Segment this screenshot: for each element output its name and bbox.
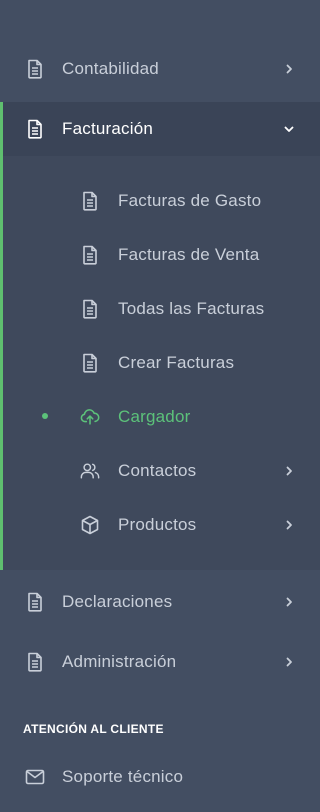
sidebar-item-soporte[interactable]: Soporte técnico (0, 750, 320, 804)
mail-icon (25, 767, 45, 787)
chevron-right-icon (286, 520, 292, 530)
submenu-item-contactos[interactable]: Contactos (0, 444, 320, 498)
sidebar-item-facturacion[interactable]: Facturación (0, 102, 320, 156)
document-icon (25, 592, 45, 612)
submenu-item-facturas-venta[interactable]: Facturas de Venta (0, 228, 320, 282)
sidebar-item-label: Declaraciones (62, 592, 173, 611)
sidebar-item-label: Administración (62, 652, 177, 671)
users-icon (80, 461, 100, 481)
submenu-item-facturas-gasto[interactable]: Facturas de Gasto (0, 174, 320, 228)
submenu-item-label: Crear Facturas (118, 353, 235, 372)
submenu-item-label: Facturas de Venta (118, 245, 260, 264)
submenu-item-productos[interactable]: Productos (0, 498, 320, 552)
sidebar-item-label: Soporte técnico (62, 767, 184, 786)
chevron-right-icon (286, 657, 292, 667)
sidebar-item-label: Facturación (62, 119, 154, 138)
chevron-right-icon (286, 64, 292, 74)
submenu-item-todas-facturas[interactable]: Todas las Facturas (0, 282, 320, 336)
sidebar-item-declaraciones[interactable]: Declaraciones (0, 575, 320, 629)
cloud-upload-icon (80, 407, 100, 427)
chevron-right-icon (286, 597, 292, 607)
document-icon (25, 59, 45, 79)
submenu-item-label: Contactos (118, 461, 197, 480)
sidebar-item-contabilidad[interactable]: Contabilidad (0, 42, 320, 96)
active-dot (42, 413, 48, 419)
submenu-item-label: Facturas de Gasto (118, 191, 262, 210)
sidebar-item-administracion[interactable]: Administración (0, 635, 320, 689)
submenu-item-label: Todas las Facturas (118, 299, 265, 318)
chevron-down-icon (284, 126, 294, 132)
box-icon (80, 515, 100, 535)
document-icon (80, 245, 100, 265)
submenu-item-label: Productos (118, 515, 197, 534)
submenu-item-cargador[interactable]: Cargador (0, 390, 320, 444)
document-icon (80, 191, 100, 211)
submenu-item-crear-facturas[interactable]: Crear Facturas (0, 336, 320, 390)
document-icon (80, 299, 100, 319)
sidebar-item-label: Contabilidad (62, 59, 159, 78)
submenu-item-label: Cargador (118, 407, 191, 426)
document-icon (25, 652, 45, 672)
document-icon (25, 119, 45, 139)
section-title-atencion: ATENCIÓN AL CLIENTE (23, 722, 164, 736)
document-icon (80, 353, 100, 373)
sidebar: Contabilidad Facturación Facturas de Gas… (0, 0, 320, 812)
chevron-right-icon (286, 466, 292, 476)
